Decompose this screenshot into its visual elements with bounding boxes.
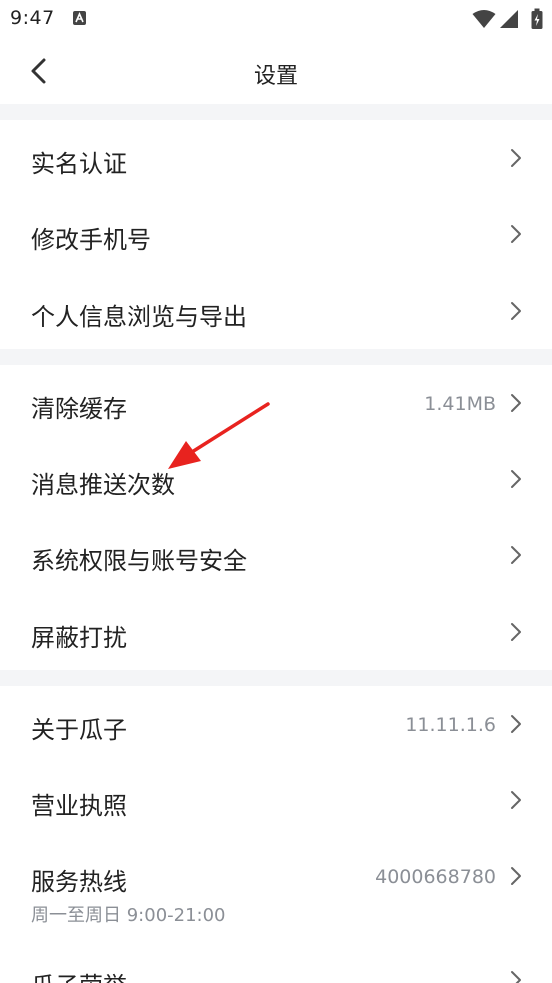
row-label: 修改手机号 <box>31 226 151 254</box>
real-name-verification-row[interactable]: 实名认证 <box>0 120 552 196</box>
chevron-right-icon <box>511 715 521 733</box>
row-label: 屏蔽打扰 <box>31 624 127 652</box>
row-label: 清除缓存 <box>31 395 127 423</box>
personal-info-export-row[interactable]: 个人信息浏览与导出 <box>0 272 552 349</box>
row-label: 实名认证 <box>31 150 127 178</box>
section-divider <box>0 104 552 120</box>
chevron-right-icon <box>511 302 521 320</box>
battery-icon <box>531 8 543 29</box>
row-label: 个人信息浏览与导出 <box>31 303 247 331</box>
status-bar: 9:47 <box>0 0 552 38</box>
row-label: 瓜子荣誉 <box>31 966 127 983</box>
honors-row[interactable]: 瓜子荣誉 <box>0 938 552 983</box>
page-title: 设置 <box>253 64 298 89</box>
change-phone-row[interactable]: 修改手机号 <box>0 196 552 272</box>
section-divider <box>0 670 552 686</box>
block-disturb-row[interactable]: 屏蔽打扰 <box>0 593 552 670</box>
chevron-right-icon <box>511 971 521 983</box>
service-hotline-row[interactable]: 服务热线 4000668780 周一至周日 9:00-21:00 <box>0 838 552 938</box>
push-message-count-row[interactable]: 消息推送次数 <box>0 441 552 517</box>
version-value: 11.11.1.6 <box>405 714 496 736</box>
permissions-security-row[interactable]: 系统权限与账号安全 <box>0 517 552 593</box>
business-license-row[interactable]: 营业执照 <box>0 762 552 838</box>
chevron-right-icon <box>511 394 521 412</box>
row-label: 系统权限与账号安全 <box>31 547 247 575</box>
chevron-right-icon <box>511 225 521 243</box>
cache-size-value: 1.41MB <box>424 393 496 415</box>
chevron-right-icon <box>511 867 521 885</box>
chevron-right-icon <box>511 149 521 167</box>
notification-a-icon <box>73 11 86 25</box>
chevron-right-icon <box>511 623 521 641</box>
chevron-right-icon <box>511 791 521 809</box>
wifi-icon <box>472 10 496 28</box>
status-time: 9:47 <box>10 7 55 29</box>
row-label: 营业执照 <box>31 792 127 820</box>
navigation-bar: 设置 <box>0 38 552 104</box>
service-hours: 周一至周日 9:00-21:00 <box>31 905 226 926</box>
chevron-right-icon <box>511 470 521 488</box>
hotline-number: 4000668780 <box>375 866 496 888</box>
about-row[interactable]: 关于瓜子 11.11.1.6 <box>0 686 552 762</box>
cellular-signal-icon <box>500 10 518 28</box>
chevron-right-icon <box>511 546 521 564</box>
clear-cache-row[interactable]: 清除缓存 1.41MB <box>0 365 552 441</box>
row-label: 关于瓜子 <box>31 716 127 744</box>
row-label: 消息推送次数 <box>31 471 175 499</box>
section-divider <box>0 349 552 365</box>
row-label: 服务热线 <box>31 868 127 896</box>
